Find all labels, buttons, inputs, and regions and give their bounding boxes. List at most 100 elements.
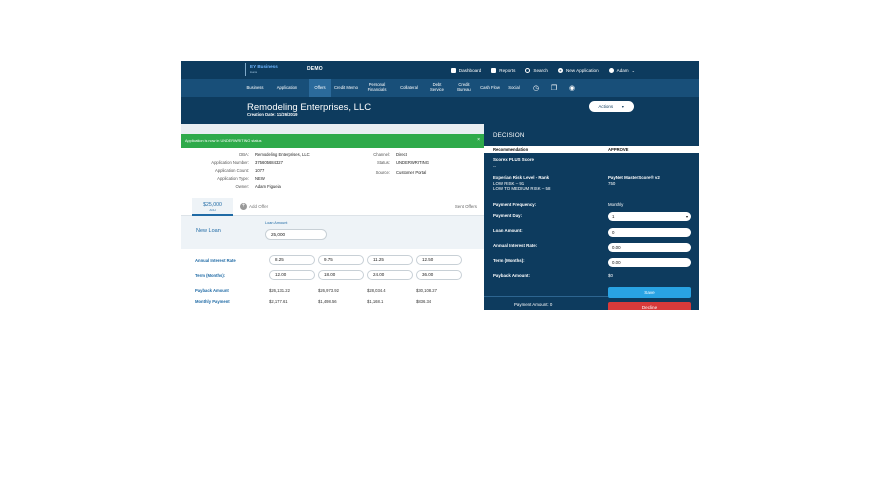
interest-rate-input[interactable]: 0.00 xyxy=(608,243,691,252)
nav-dashboard[interactable]: Dashboard xyxy=(450,67,482,73)
documents-icon[interactable]: ❐ xyxy=(549,83,559,93)
payment-frequency-label: Payment Frequency: xyxy=(493,202,537,207)
interest-rate-input[interactable]: 12.50 xyxy=(416,255,462,265)
divider xyxy=(484,296,608,297)
detail-value: Adam Figueia xyxy=(255,184,281,189)
new-loan-section: New Loan Loan Amount 25,000 xyxy=(181,216,484,249)
interest-rate-input[interactable]: 11.25 xyxy=(367,255,413,265)
tab-collateral[interactable]: Collateral xyxy=(395,79,423,97)
payback-amount-value: $0 xyxy=(608,273,613,278)
nav-reports[interactable]: Reports xyxy=(491,67,516,73)
scorex-value: -- xyxy=(493,164,496,169)
nav-user-label: Adam xyxy=(616,67,629,73)
offer-payment-type: ACH xyxy=(209,208,216,212)
scorex-label: Scorex PLUS Score xyxy=(493,157,534,162)
chevron-down-icon: ⌄ xyxy=(631,67,635,73)
payment-day-label: Payment Day: xyxy=(493,213,523,218)
monthly-payment-value: $836.34 xyxy=(416,299,432,304)
save-button[interactable]: Save xyxy=(608,287,691,298)
detail-value: Customer Portal xyxy=(396,170,427,175)
offer-tab-active[interactable]: $25,000 ACH xyxy=(192,198,233,216)
spacer xyxy=(181,124,484,134)
logo[interactable]: EY Business loans xyxy=(245,63,301,76)
term-input[interactable]: 36.00 xyxy=(416,270,462,280)
monthly-payment-value: $1,168.1 xyxy=(367,299,384,304)
decision-title: DECISION xyxy=(493,132,525,139)
add-offer-label: Add Offer xyxy=(249,204,269,209)
sent-offers-link[interactable]: Sent Offers xyxy=(455,204,477,209)
status-banner: Application is now in UNDERWRITING statu… xyxy=(181,134,484,148)
loan-amount-input[interactable]: 0 xyxy=(608,228,691,237)
detail-value: 1077 xyxy=(255,168,265,173)
add-offer-button[interactable]: + Add Offer xyxy=(240,203,268,210)
detail-label: Application Number: xyxy=(211,160,249,165)
history-icon[interactable]: ◷ xyxy=(531,83,541,93)
detail-label: Status: xyxy=(376,160,390,165)
nav-dashboard-label: Dashboard xyxy=(458,67,482,73)
tab-business[interactable]: Business xyxy=(241,79,269,97)
detail-label: Source: xyxy=(375,170,390,175)
nav-search[interactable]: Search xyxy=(525,67,548,73)
interest-rate-label: Annual Interest Rate: xyxy=(493,243,538,248)
term-label: Term (Months): xyxy=(195,273,226,278)
tab-social[interactable]: Social xyxy=(503,79,525,97)
top-bar: EY Business loans DEMO Dashboard Reports… xyxy=(181,61,699,79)
dashboard-icon xyxy=(450,67,456,73)
creation-date: Creation Date: 11/26/2019 xyxy=(247,112,298,117)
caret-down-icon: ▼ xyxy=(621,104,625,109)
offer-details-panel: Application is now in UNDERWRITING statu… xyxy=(181,124,484,310)
detail-label: Application Count: xyxy=(215,168,249,173)
payment-day-select[interactable]: 1 ▾ xyxy=(608,212,691,221)
monthly-payment-value: $2,177.61 xyxy=(269,299,288,304)
interest-rate-input[interactable]: 9.75 xyxy=(318,255,364,265)
actions-dropdown[interactable]: Actions ▼ xyxy=(589,101,634,112)
tab-debt-service[interactable]: Debt Service xyxy=(426,79,448,97)
application-window: EY Business loans DEMO Dashboard Reports… xyxy=(181,61,699,310)
top-nav: Dashboard Reports Search + New Applicatio… xyxy=(450,61,635,79)
environment-label: DEMO xyxy=(307,66,323,72)
nav-reports-label: Reports xyxy=(499,67,516,73)
offer-tabs: $25,000 ACH + Add Offer Sent Offers xyxy=(181,198,484,216)
tab-credit-bureau[interactable]: Credit Bureau xyxy=(453,79,475,97)
monthly-payment-value: $1,498.56 xyxy=(318,299,337,304)
recommendation-value: APPROVE xyxy=(608,147,629,152)
paynet-value: 750 xyxy=(608,181,616,186)
loan-amount-input[interactable]: 25,000 xyxy=(265,229,327,240)
tab-application[interactable]: Application xyxy=(271,79,303,97)
interest-rate-input[interactable]: 8.25 xyxy=(269,255,315,265)
tab-offers[interactable]: Offers xyxy=(309,79,331,97)
experian-label: Experian Risk Level - Rank xyxy=(493,175,550,180)
payback-amount-value: $26,131.22 xyxy=(269,288,290,293)
term-input[interactable]: 0.00 xyxy=(608,258,691,267)
tab-credit-memo[interactable]: Credit Memo xyxy=(334,79,358,97)
eye-icon[interactable]: ◉ xyxy=(567,83,577,93)
decline-button[interactable]: Decline xyxy=(608,302,691,310)
tab-cash-flow[interactable]: Cash Flow xyxy=(479,79,501,97)
detail-label: DBA: xyxy=(239,152,249,157)
plus-icon: + xyxy=(240,203,247,210)
term-input[interactable]: 24.00 xyxy=(367,270,413,280)
term-label: Term (Months): xyxy=(493,258,525,263)
tab-personal-financials[interactable]: Personal Financials xyxy=(361,79,393,97)
payback-amount-value: $26,973.92 xyxy=(318,288,339,293)
payment-day-value: 1 xyxy=(612,214,615,219)
user-icon xyxy=(608,67,614,73)
decision-panel: DECISION Recommendation APPROVE Scorex P… xyxy=(484,124,699,310)
recommendation-label: Recommendation xyxy=(493,147,529,152)
payment-amount-text: Payment Amount: 0 xyxy=(514,302,553,307)
application-header: Remodeling Enterprises, LLC Creation Dat… xyxy=(181,97,699,124)
nav-user-menu[interactable]: Adam ⌄ xyxy=(608,67,635,73)
nav-new-application[interactable]: + New Application xyxy=(557,67,599,73)
detail-value: Remodeling Enterprises, LLC xyxy=(255,152,310,157)
term-input[interactable]: 18.00 xyxy=(318,270,364,280)
nav-search-label: Search xyxy=(533,67,548,73)
close-icon[interactable]: × xyxy=(477,137,480,143)
detail-label: Channel: xyxy=(373,152,390,157)
term-input[interactable]: 12.00 xyxy=(269,270,315,280)
loan-amount-label: Loan Amount xyxy=(265,221,288,225)
payment-frequency-value: Monthly xyxy=(608,202,624,207)
payback-amount-label: Payback Amount: xyxy=(493,273,530,278)
loan-amount-label: Loan Amount: xyxy=(493,228,523,233)
recommendation-row: Recommendation APPROVE xyxy=(484,146,699,153)
detail-value: NEW xyxy=(255,176,265,181)
